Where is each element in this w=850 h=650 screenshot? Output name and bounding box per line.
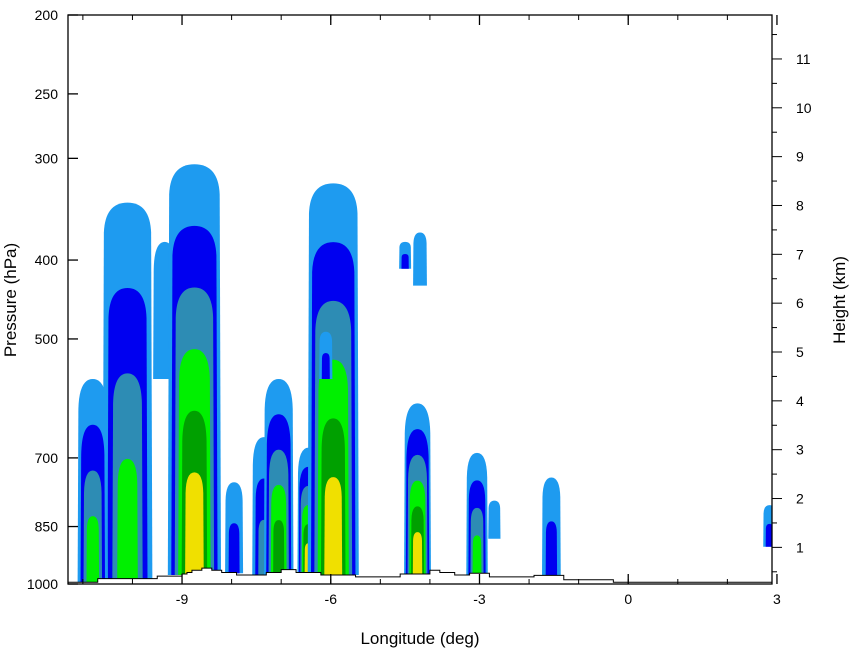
contour-cell xyxy=(319,331,333,380)
x-axis-title: Longitude (deg) xyxy=(360,629,479,648)
y-left-tick-label: 400 xyxy=(35,252,59,268)
y-left-tick-label: 700 xyxy=(35,450,59,466)
contour-level-3 xyxy=(117,458,138,583)
contour-cell xyxy=(77,379,108,583)
y-right-tick-label: 11 xyxy=(796,51,811,67)
y-left-tick-label: 300 xyxy=(35,150,59,166)
y-left-tick-label: 250 xyxy=(35,86,59,102)
contour-cell xyxy=(542,477,561,576)
contour-cell xyxy=(263,379,294,576)
y-right-tick-label: 2 xyxy=(796,491,804,507)
contour-cell xyxy=(102,202,153,583)
contour-cell xyxy=(763,505,772,547)
y-axis-left-title: Pressure (hPa) xyxy=(1,243,20,357)
contour-cell xyxy=(167,164,222,576)
contour-level-5 xyxy=(185,472,204,576)
y-left-tick-label: 1000 xyxy=(27,576,58,592)
contour-level-0 xyxy=(488,500,501,539)
y-right-tick-label: 3 xyxy=(796,442,804,458)
contour-level-5 xyxy=(324,477,343,576)
contour-level-5 xyxy=(412,532,423,576)
y-left-tick-label: 500 xyxy=(35,331,59,347)
contour-level-1 xyxy=(401,254,409,269)
y-right-tick-label: 5 xyxy=(796,344,804,360)
contour-cell xyxy=(488,500,501,539)
y-right-tick-label: 4 xyxy=(796,393,804,409)
contour-level-1 xyxy=(545,521,558,576)
contour-cell xyxy=(399,241,412,269)
y-right-tick-label: 6 xyxy=(796,295,804,311)
contour-level-0 xyxy=(413,232,427,286)
y-right-tick-label: 10 xyxy=(796,100,812,116)
cross-section-chart: -9 -6 -3 0 3 1000 850 700 500 400 300 250 200 1 2 3 4 5… xyxy=(1,7,849,648)
y-right-tick-label: 7 xyxy=(796,246,804,262)
y-left-tick-label: 200 xyxy=(35,7,59,23)
y-left-tick-label: 850 xyxy=(35,519,59,535)
contour-cell xyxy=(404,403,431,576)
x-tick-label: 3 xyxy=(773,591,781,607)
x-tick-label: 0 xyxy=(624,591,632,607)
contour-cell xyxy=(413,232,427,286)
contour-cell xyxy=(225,482,244,574)
contour-level-4 xyxy=(273,520,285,576)
contour-cell xyxy=(466,452,488,576)
contour-level-1 xyxy=(321,353,330,380)
y-right-tick-label: 1 xyxy=(796,539,804,555)
contour-level-1 xyxy=(228,523,240,574)
x-tick-label: -6 xyxy=(325,591,338,607)
contour-level-3 xyxy=(86,516,100,583)
y-axis-height: 1 2 3 4 5 6 7 8 9 10 11 xyxy=(772,34,812,573)
x-tick-label: -9 xyxy=(176,591,189,607)
x-tick-label: -3 xyxy=(473,591,486,607)
contour-cell xyxy=(307,183,359,576)
contour-level-3 xyxy=(472,535,482,576)
y-right-tick-label: 9 xyxy=(796,149,804,165)
y-axis-right-title: Height (km) xyxy=(830,256,849,344)
y-right-tick-label: 8 xyxy=(796,197,804,213)
